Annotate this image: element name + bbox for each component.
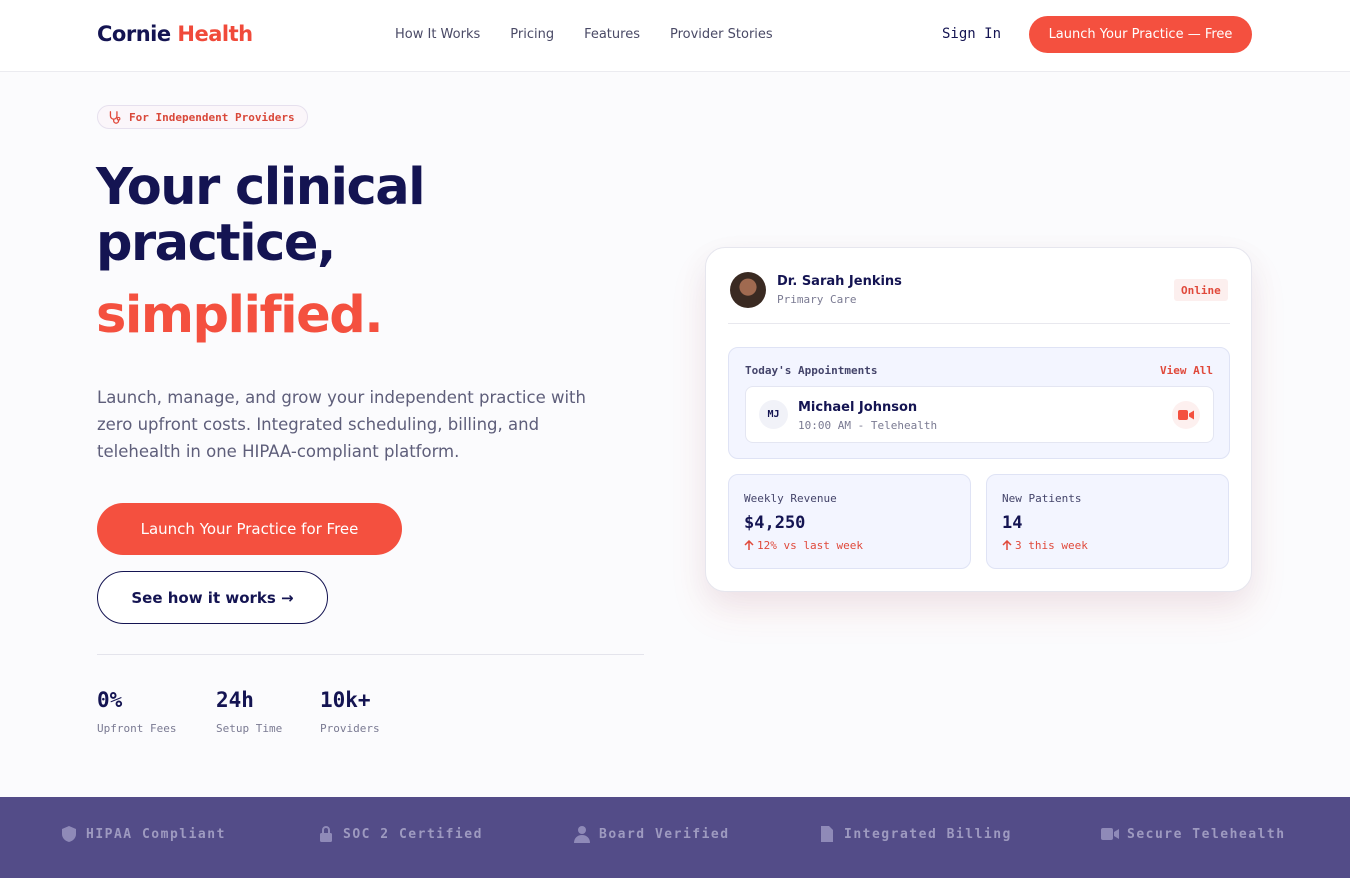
brand-logo[interactable]: Cornie Health <box>97 22 253 46</box>
metric-delta: 12% vs last week <box>744 539 863 552</box>
user-badge-icon <box>574 826 590 843</box>
arrow-up-icon <box>1002 540 1012 550</box>
nav-pricing[interactable]: Pricing <box>510 27 554 42</box>
stat-label: Upfront Fees <box>97 722 177 735</box>
metric-value: $4,250 <box>744 513 806 533</box>
metric-delta-text: 12% vs last week <box>757 539 863 552</box>
trust-label: Board Verified <box>599 826 730 842</box>
stat-upfront-fees: 0% Upfront Fees <box>97 688 176 735</box>
main-nav: How It Works Pricing Features Provider S… <box>395 27 773 42</box>
hero-title-line2: practice, <box>96 214 336 273</box>
trust-label: HIPAA Compliant <box>86 826 226 842</box>
list-item[interactable]: MJ Michael Johnson 10:00 AM - Telehealth <box>745 386 1214 443</box>
trust-item-telehealth: Secure Telehealth <box>1101 825 1286 843</box>
dashboard-preview-card: Dr. Sarah Jenkins Primary Care Online To… <box>705 247 1252 592</box>
video-call-icon[interactable] <box>1172 401 1200 429</box>
new-patients-card: New Patients 14 3 this week <box>986 474 1229 569</box>
avatar <box>730 272 766 308</box>
view-all-link[interactable]: View All <box>1160 364 1213 377</box>
nav-features[interactable]: Features <box>584 27 640 42</box>
appointments-panel: Today's Appointments View All MJ Michael… <box>728 347 1230 459</box>
stat-value: 24h <box>216 688 254 712</box>
arrow-up-icon <box>744 540 754 550</box>
hero-title: Your clinical practice, <box>96 158 426 273</box>
trust-item-hipaa: HIPAA Compliant <box>60 825 226 843</box>
stat-label: Setup Time <box>216 722 283 735</box>
header-launch-button[interactable]: Launch Your Practice — Free <box>1029 16 1252 53</box>
doctor-name: Dr. Sarah Jenkins <box>777 274 902 289</box>
patient-name: Michael Johnson <box>798 400 918 415</box>
trust-label: Integrated Billing <box>844 826 1012 842</box>
status-badge: Online <box>1174 279 1228 301</box>
sign-in-link[interactable]: Sign In <box>942 26 1001 42</box>
metric-title: Weekly Revenue <box>744 492 837 505</box>
stat-setup-time: 24h Setup Time <box>216 688 282 735</box>
trust-item-soc2: SOC 2 Certified <box>317 825 483 843</box>
lock-icon <box>320 826 332 842</box>
hero-title-line1: Your clinical <box>96 158 426 217</box>
hero-description: Launch, manage, and grow your independen… <box>97 388 586 461</box>
trust-item-board: Board Verified <box>573 825 730 843</box>
trust-band: HIPAA Compliant SOC 2 Certified Board Ve… <box>0 797 1350 878</box>
stat-providers: 10k+ Providers <box>320 688 380 735</box>
hero-title-accent: simplified. <box>96 286 384 345</box>
card-divider <box>728 323 1230 324</box>
audience-badge-label: For Independent Providers <box>129 110 295 124</box>
stats-divider <box>97 654 644 655</box>
metric-delta-text: 3 this week <box>1015 539 1088 552</box>
trust-label: Secure Telehealth <box>1127 826 1286 842</box>
top-header: Cornie Health How It Works Pricing Featu… <box>0 0 1350 72</box>
brand-name-part1: Cornie <box>97 22 171 46</box>
doctor-role: Primary Care <box>777 293 857 306</box>
metric-value: 14 <box>1002 513 1023 533</box>
trust-item-billing: Integrated Billing <box>818 825 1012 843</box>
stethoscope-icon <box>109 110 121 124</box>
invoice-icon <box>821 826 833 842</box>
patient-initials: MJ <box>759 400 788 429</box>
stat-value: 0% <box>97 688 123 712</box>
see-how-it-works-button[interactable]: See how it works → <box>97 571 328 624</box>
appointment-time: 10:00 AM - Telehealth <box>798 419 938 432</box>
metric-title: New Patients <box>1002 492 1082 505</box>
video-camera-icon <box>1101 828 1119 840</box>
trust-label: SOC 2 Certified <box>343 826 483 842</box>
nav-how-it-works[interactable]: How It Works <box>395 27 480 42</box>
audience-badge: For Independent Providers <box>97 105 308 129</box>
weekly-revenue-card: Weekly Revenue $4,250 12% vs last week <box>728 474 971 569</box>
launch-practice-button[interactable]: Launch Your Practice for Free <box>97 503 402 555</box>
nav-provider-stories[interactable]: Provider Stories <box>670 27 773 42</box>
brand-name-part2: Health <box>177 22 253 46</box>
appointments-title: Today's Appointments <box>745 364 878 377</box>
metric-delta: 3 this week <box>1002 539 1088 552</box>
stat-label: Providers <box>320 722 380 735</box>
stat-value: 10k+ <box>320 688 371 712</box>
shield-icon <box>62 826 76 842</box>
